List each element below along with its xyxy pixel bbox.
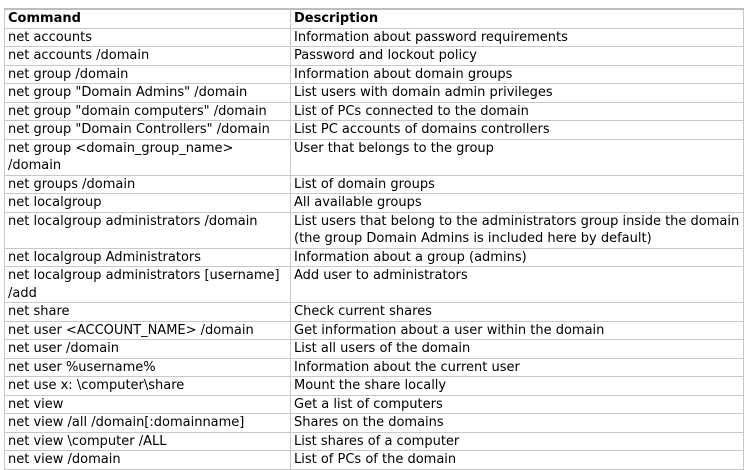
commands-table: Command Description net accounts Informa… <box>4 8 744 470</box>
description-cell: Add user to administrators <box>290 266 744 303</box>
command-cell: net view \computer /ALL <box>4 431 291 451</box>
table-row: net share Check current shares <box>4 302 744 322</box>
description-cell: Information about domain groups <box>290 64 744 84</box>
table-row: net view /domain List of PCs of the doma… <box>4 450 744 470</box>
description-cell: Get a list of computers <box>290 394 744 414</box>
command-cell: net view /all /domain[:domainname] <box>4 413 291 433</box>
header-description: Description <box>290 8 744 29</box>
table-row: net group "Domain Admins" /domain List u… <box>4 83 744 103</box>
table-row: net view /all /domain[:domainname] Share… <box>4 413 744 433</box>
table-row: net group "Domain Controllers" /domain L… <box>4 120 744 140</box>
description-cell: List of PCs of the domain <box>290 450 744 470</box>
command-cell: net group <domain_group_name> /domain <box>4 138 291 176</box>
table-header: Command Description <box>4 8 744 29</box>
table-row: net localgroup All available groups <box>4 193 744 213</box>
table-row: net view Get a list of computers <box>4 394 744 414</box>
description-cell: Password and lockout policy <box>290 46 744 66</box>
header-row: Command Description <box>4 8 744 29</box>
command-cell: net user <ACCOUNT_NAME> /domain <box>4 320 291 340</box>
table-row: net user /domain List all users of the d… <box>4 339 744 359</box>
table-body: net accounts Information about password … <box>4 27 744 470</box>
page: Command Description net accounts Informa… <box>0 0 747 470</box>
command-cell: net group /domain <box>4 64 291 84</box>
table-row: net localgroup administrators [username]… <box>4 266 744 303</box>
table-row: net group <domain_group_name> /domain Us… <box>4 138 744 176</box>
description-cell: List users that belong to the administra… <box>290 211 744 249</box>
command-cell: net group "domain computers" /domain <box>4 101 291 121</box>
table-row: net groups /domain List of domain groups <box>4 174 744 194</box>
description-cell: List all users of the domain <box>290 339 744 359</box>
description-cell: Shares on the domains <box>290 413 744 433</box>
command-cell: net user /domain <box>4 339 291 359</box>
table-row: net accounts /domain Password and lockou… <box>4 46 744 66</box>
description-cell: Information about the current user <box>290 357 744 377</box>
command-cell: net user %username% <box>4 357 291 377</box>
command-cell: net use x: \computer\share <box>4 376 291 396</box>
table-row: net group /domain Information about doma… <box>4 64 744 84</box>
description-cell: List shares of a computer <box>290 431 744 451</box>
description-cell: List of PCs connected to the domain <box>290 101 744 121</box>
command-cell: net group "Domain Admins" /domain <box>4 83 291 103</box>
description-cell: Mount the share locally <box>290 376 744 396</box>
description-cell: List PC accounts of domains controllers <box>290 120 744 140</box>
command-cell: net localgroup Administrators <box>4 247 291 267</box>
command-cell: net localgroup administrators [username]… <box>4 266 291 303</box>
command-cell: net localgroup <box>4 193 291 213</box>
command-cell: net share <box>4 302 291 322</box>
description-cell: Get information about a user within the … <box>290 320 744 340</box>
command-cell: net view /domain <box>4 450 291 470</box>
description-cell: Information about password requirements <box>290 27 744 47</box>
table-row: net use x: \computer\share Mount the sha… <box>4 376 744 396</box>
description-cell: All available groups <box>290 193 744 213</box>
command-cell: net group "Domain Controllers" /domain <box>4 120 291 140</box>
table-row: net user <ACCOUNT_NAME> /domain Get info… <box>4 320 744 340</box>
command-cell: net accounts /domain <box>4 46 291 66</box>
description-cell: User that belongs to the group <box>290 138 744 176</box>
header-command: Command <box>4 8 291 29</box>
command-cell: net view <box>4 394 291 414</box>
table-row: net user %username% Information about th… <box>4 357 744 377</box>
description-cell: Check current shares <box>290 302 744 322</box>
command-cell: net groups /domain <box>4 174 291 194</box>
table-row: net localgroup administrators /domain Li… <box>4 211 744 249</box>
description-cell: List users with domain admin privileges <box>290 83 744 103</box>
command-cell: net localgroup administrators /domain <box>4 211 291 249</box>
description-cell: Information about a group (admins) <box>290 247 744 267</box>
command-cell: net accounts <box>4 27 291 47</box>
table-row: net group "domain computers" /domain Lis… <box>4 101 744 121</box>
table-row: net localgroup Administrators Informatio… <box>4 247 744 267</box>
table-row: net accounts Information about password … <box>4 27 744 47</box>
description-cell: List of domain groups <box>290 174 744 194</box>
table-row: net view \computer /ALL List shares of a… <box>4 431 744 451</box>
